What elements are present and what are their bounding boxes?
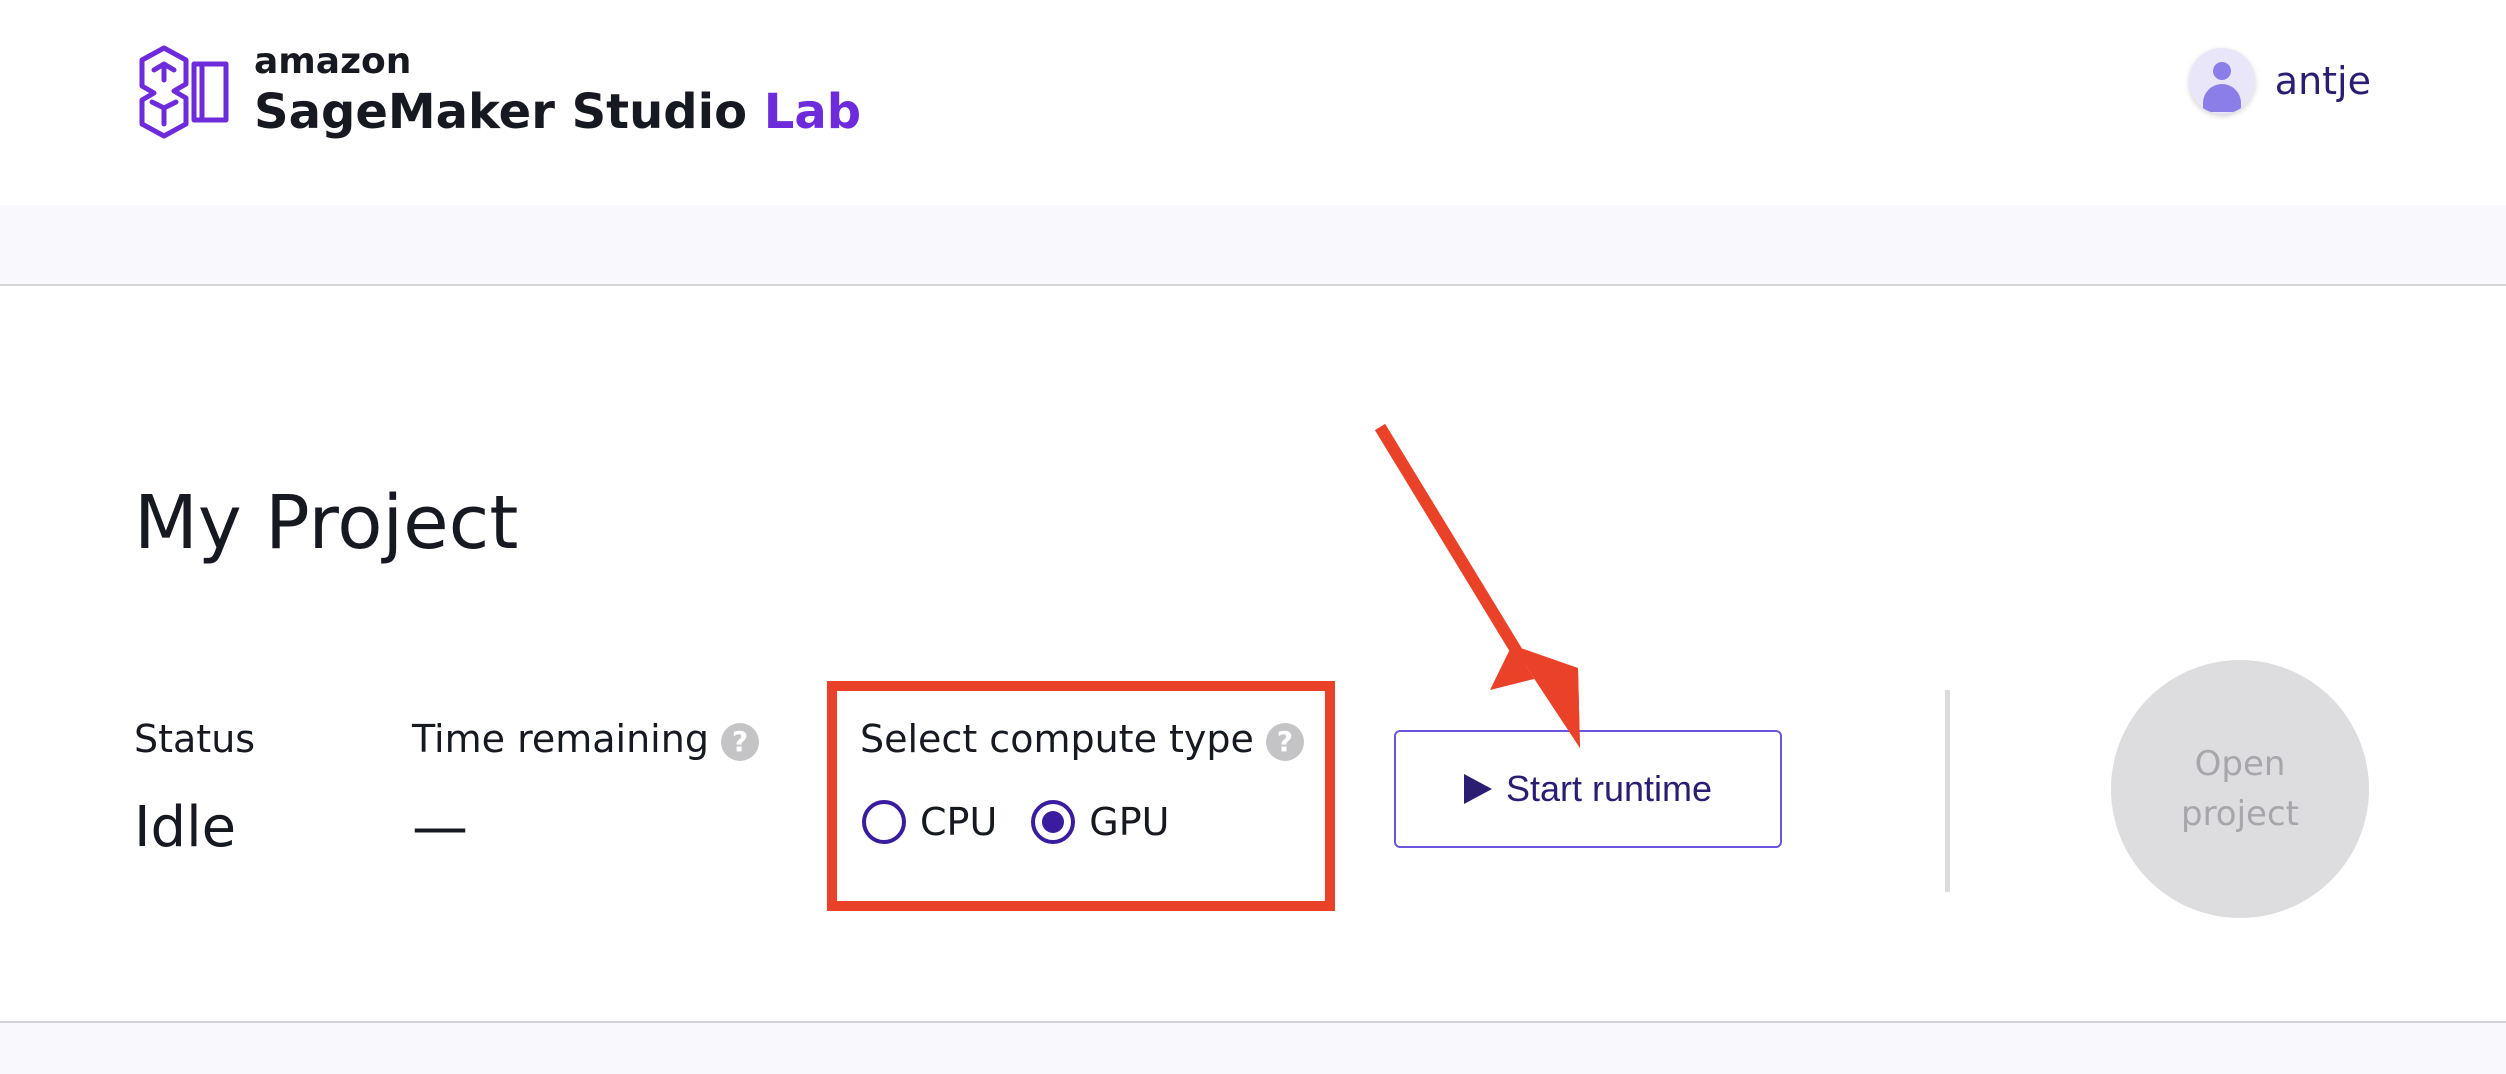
brand-company: amazon [254, 41, 412, 82]
top-header: amazon SageMaker Studio Lab antje [0, 0, 2506, 205]
user-menu[interactable]: antje [2188, 46, 2371, 116]
project-panel [0, 286, 2506, 1023]
brand-product-name: SageMaker Studio Lab [254, 84, 861, 140]
user-name[interactable]: antje [2275, 59, 2371, 103]
start-runtime-button[interactable]: Start runtime [1394, 730, 1782, 848]
status-label: Status [134, 717, 256, 761]
time-remaining-text: Time remaining [412, 717, 709, 761]
open-project-label-line2: project [2180, 794, 2299, 834]
open-project-label-line1: Open [2194, 744, 2286, 784]
open-project-button[interactable]: Open project [2111, 660, 2369, 918]
help-icon[interactable]: ? [720, 722, 759, 761]
time-remaining-label: Time remaining? [412, 716, 759, 762]
vertical-divider [1945, 690, 1950, 892]
user-avatar-icon[interactable] [2188, 48, 2255, 114]
play-icon [1463, 774, 1492, 804]
sub-navigation-bar [0, 205, 2506, 286]
open-project-label: Open project [2160, 739, 2320, 839]
time-remaining-value: — [412, 795, 468, 860]
footer-bar [0, 1023, 2506, 1074]
page-title: My Project [134, 480, 519, 566]
brand-product-suffix: Lab [763, 84, 862, 140]
status-value: Idle [134, 795, 237, 860]
start-runtime-label: Start runtime [1505, 768, 1713, 809]
sagemaker-studio-lab-logo-icon [134, 44, 230, 140]
brand-product: SageMaker Studio [254, 84, 748, 140]
annotation-highlight-box [827, 681, 1335, 911]
